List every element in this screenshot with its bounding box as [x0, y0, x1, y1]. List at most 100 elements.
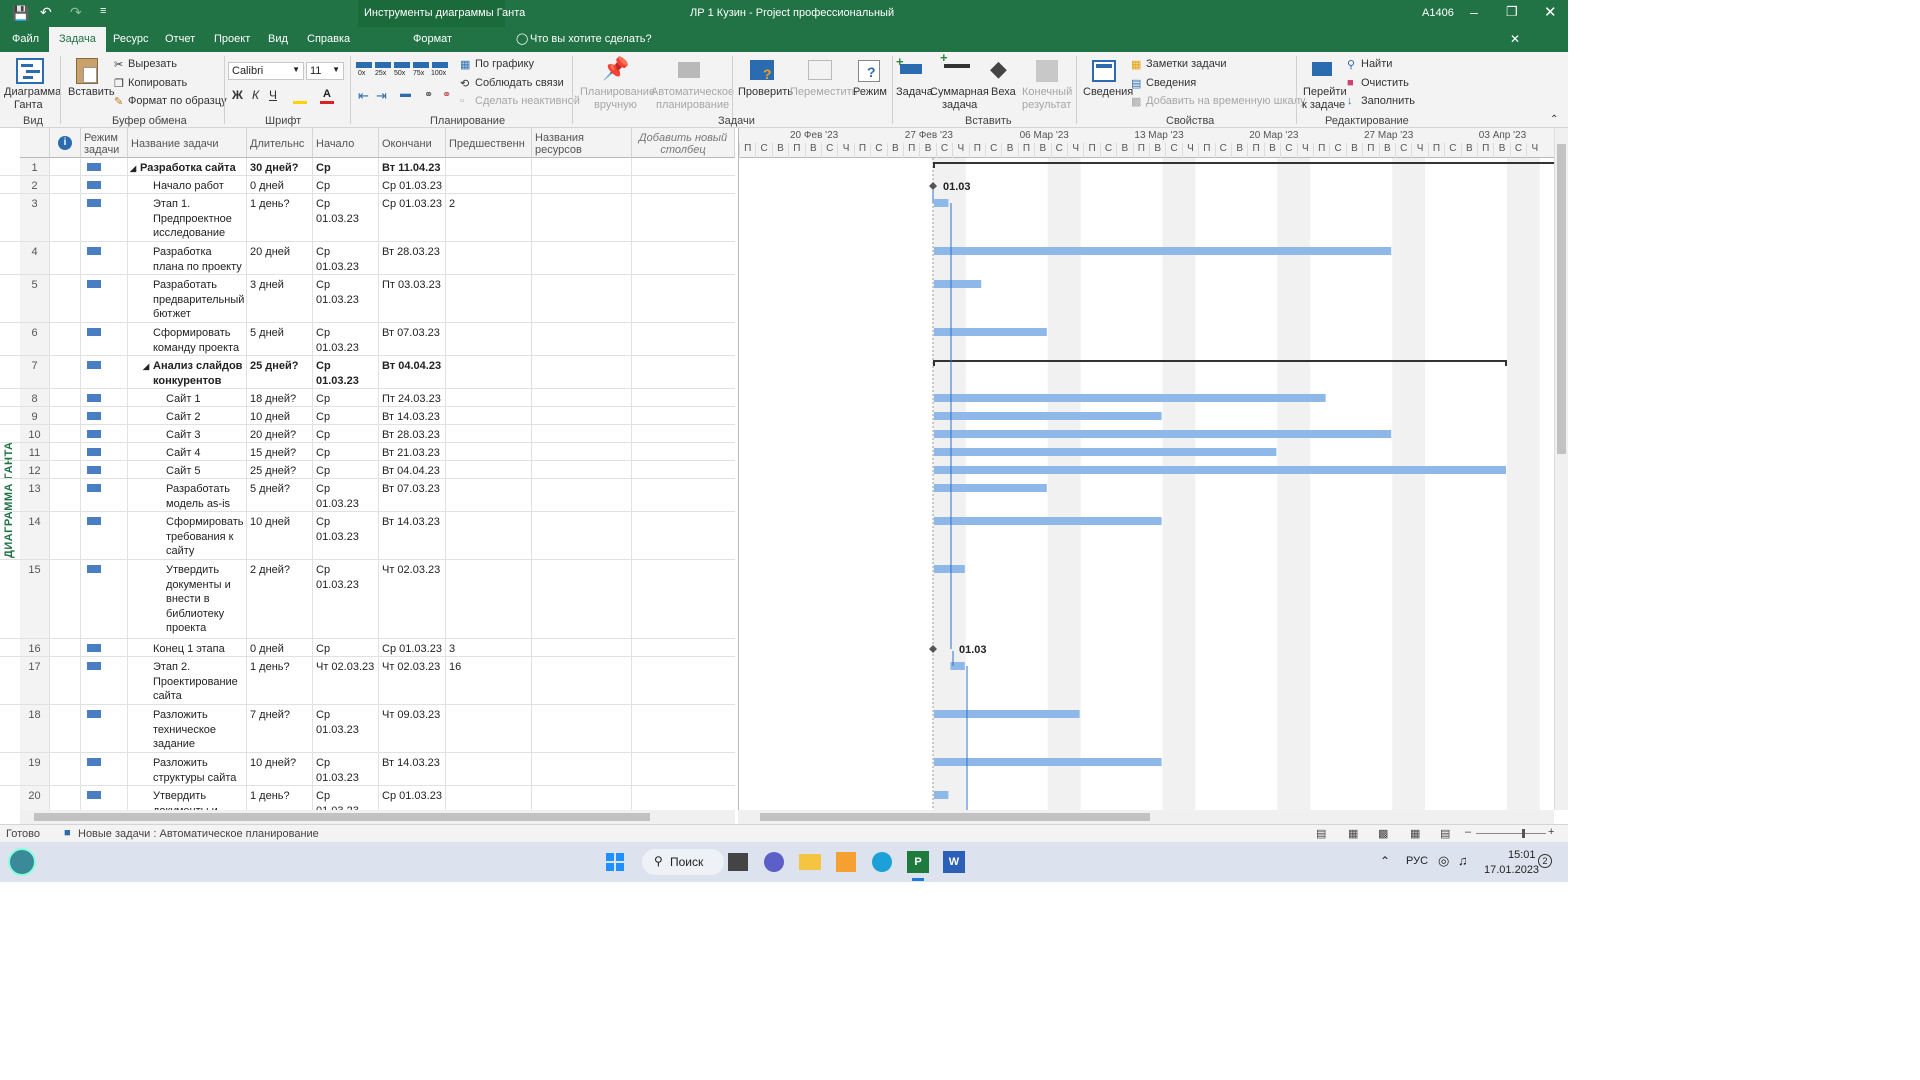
task-name-cell[interactable]: Начало работ	[128, 176, 247, 193]
resources-cell[interactable]	[532, 753, 632, 785]
paste-icon[interactable]	[76, 58, 98, 84]
finish-cell[interactable]: Ср 01.03.23	[379, 194, 446, 241]
gantt-button-label[interactable]: Диаграмма	[4, 86, 61, 98]
network-icon[interactable]: ◎	[1438, 853, 1449, 869]
tab-resource[interactable]: Ресурс	[113, 33, 148, 45]
row-number[interactable]: 7	[20, 356, 50, 388]
clock-time[interactable]: 15:01	[1508, 849, 1536, 861]
task-name-cell[interactable]: Разложить структуры сайта	[128, 753, 247, 785]
zoom-in-icon[interactable]: +	[1548, 826, 1554, 838]
finish-cell[interactable]: Вт 11.04.23	[379, 158, 446, 175]
start-cell[interactable]: Ср 01.03.23	[313, 786, 379, 810]
row-number[interactable]: 8	[20, 389, 50, 406]
tab-task[interactable]: Задача	[49, 27, 106, 52]
predecessors-cell[interactable]	[446, 560, 532, 638]
row-number[interactable]: 10	[20, 425, 50, 442]
row-number[interactable]: 12	[20, 461, 50, 478]
team-planner-icon[interactable]: ▩	[1378, 827, 1388, 840]
resources-cell[interactable]	[532, 705, 632, 752]
task-name-cell[interactable]: Утвердить документы и	[128, 786, 247, 810]
undo-icon[interactable]: ↶	[40, 4, 52, 21]
row-number[interactable]: 6	[20, 323, 50, 355]
table-row[interactable]: 13 Разработать модель as-is 5 дней? Ср 01.0…	[0, 479, 735, 512]
task-mode-cell[interactable]	[81, 356, 128, 388]
table-row[interactable]: 16Конец 1 этапа0 днейСр 01.03.23Ср 01.03…	[0, 639, 735, 657]
app-globe-icon[interactable]	[8, 848, 36, 876]
finish-cell[interactable]: Вт 28.03.23	[379, 425, 446, 442]
details-button[interactable]: Сведения	[1146, 77, 1196, 89]
predecessors-cell[interactable]: 2	[446, 194, 532, 241]
zoom-slider-thumb[interactable]	[1522, 829, 1525, 838]
task-mode-cell[interactable]	[81, 242, 128, 274]
resources-cell[interactable]	[532, 425, 632, 442]
collapse-triangle-icon[interactable]: ◢	[143, 360, 149, 375]
row-number[interactable]: 15	[20, 560, 50, 638]
add-column-cell[interactable]	[632, 176, 735, 193]
task-name-cell[interactable]: Этап 1. Предпроектное исследование	[128, 194, 247, 241]
header-finish[interactable]: Окончани	[379, 128, 446, 158]
predecessors-cell[interactable]	[446, 407, 532, 424]
tab-file[interactable]: Файл	[12, 33, 39, 45]
header-add-column[interactable]: Добавить новый столбец	[632, 128, 735, 158]
table-row[interactable]: 12 Сайт 5 25 дней?Ср 01.03.23Вт 04.04.23	[0, 461, 735, 479]
tab-format[interactable]: Формат	[413, 33, 452, 45]
summary-task-button2[interactable]: задача	[942, 99, 977, 111]
task-name-cell[interactable]: Утвердить документы и внести в библиотек…	[128, 560, 247, 638]
pct-0-icon[interactable]	[356, 62, 372, 68]
information-button[interactable]: Сведения	[1083, 86, 1133, 98]
user-name[interactable]: A1406	[1422, 7, 1454, 19]
format-painter-icon[interactable]: ✎	[114, 95, 123, 108]
add-column-cell[interactable]	[632, 323, 735, 355]
task-mode-cell[interactable]	[81, 461, 128, 478]
row-number[interactable]: 3	[20, 194, 50, 241]
table-row[interactable]: 9 Сайт 2 10 днейСр 01.03.23Вт 14.03.23	[0, 407, 735, 425]
resources-cell[interactable]	[532, 356, 632, 388]
tell-me-input[interactable]: Что вы хотите сделать?	[530, 33, 652, 45]
row-number[interactable]: 20	[20, 786, 50, 810]
task-mode-cell[interactable]	[81, 479, 128, 511]
start-cell[interactable]: Ср 01.03.23	[313, 176, 379, 193]
collapse-ribbon-chevron-icon[interactable]: ⌃	[1550, 114, 1558, 125]
resources-cell[interactable]	[532, 639, 632, 656]
start-cell[interactable]: Ср 01.03.23	[313, 389, 379, 406]
start-icon[interactable]	[606, 853, 624, 871]
collapse-ribbon-icon[interactable]: ✕	[1510, 32, 1520, 46]
task-name-cell[interactable]: Разработка плана по проекту	[128, 242, 247, 274]
start-cell[interactable]: Ср 01.03.23	[313, 158, 379, 175]
goto-task-button[interactable]: Перейти	[1303, 86, 1347, 98]
start-cell[interactable]: Ср 01.03.23	[313, 639, 379, 656]
row-number[interactable]: 18	[20, 705, 50, 752]
duration-cell[interactable]: 10 дней	[247, 512, 313, 559]
start-cell[interactable]: Ср 01.03.23	[313, 461, 379, 478]
finish-cell[interactable]: Пт 24.03.23	[379, 389, 446, 406]
row-number[interactable]: 1	[20, 158, 50, 175]
cut-button[interactable]: Вырезать	[128, 58, 177, 70]
tab-view[interactable]: Вид	[268, 33, 288, 45]
table-row[interactable]: 1 ◢ Разработка сайта 30 дней?Ср 01.03.23Вт …	[0, 158, 735, 176]
milestone-icon[interactable]: ◆	[990, 56, 1007, 82]
add-column-cell[interactable]	[632, 242, 735, 274]
minimize-icon[interactable]: –	[1470, 4, 1478, 20]
duration-cell[interactable]: 1 день?	[247, 194, 313, 241]
task-name-cell[interactable]: Сайт 2	[128, 407, 247, 424]
finish-cell[interactable]: Чт 09.03.23	[379, 705, 446, 752]
row-number[interactable]: 17	[20, 657, 50, 704]
row-number[interactable]: 16	[20, 639, 50, 656]
collapse-triangle-icon[interactable]: ◢	[130, 162, 136, 175]
predecessors-cell[interactable]	[446, 443, 532, 460]
pct-25-icon[interactable]	[375, 62, 391, 68]
predecessors-cell[interactable]	[446, 753, 532, 785]
finish-cell[interactable]: Вт 28.03.23	[379, 242, 446, 274]
add-column-cell[interactable]	[632, 786, 735, 810]
scissors-icon[interactable]: ✂	[114, 58, 123, 71]
edge-icon[interactable]	[872, 852, 892, 872]
zoom-slider[interactable]	[1476, 833, 1546, 834]
milestone-button[interactable]: Веха	[991, 86, 1016, 98]
add-column-cell[interactable]	[632, 443, 735, 460]
add-column-cell[interactable]	[632, 512, 735, 559]
summary-task-button[interactable]: Суммарная	[930, 86, 989, 98]
task-name-cell[interactable]: Конец 1 этапа	[128, 639, 247, 656]
font-name-select[interactable]: Calibri ▼	[228, 62, 304, 80]
finish-cell[interactable]: Ср 01.03.23	[379, 176, 446, 193]
notes-icon[interactable]: ▦	[1131, 58, 1141, 71]
